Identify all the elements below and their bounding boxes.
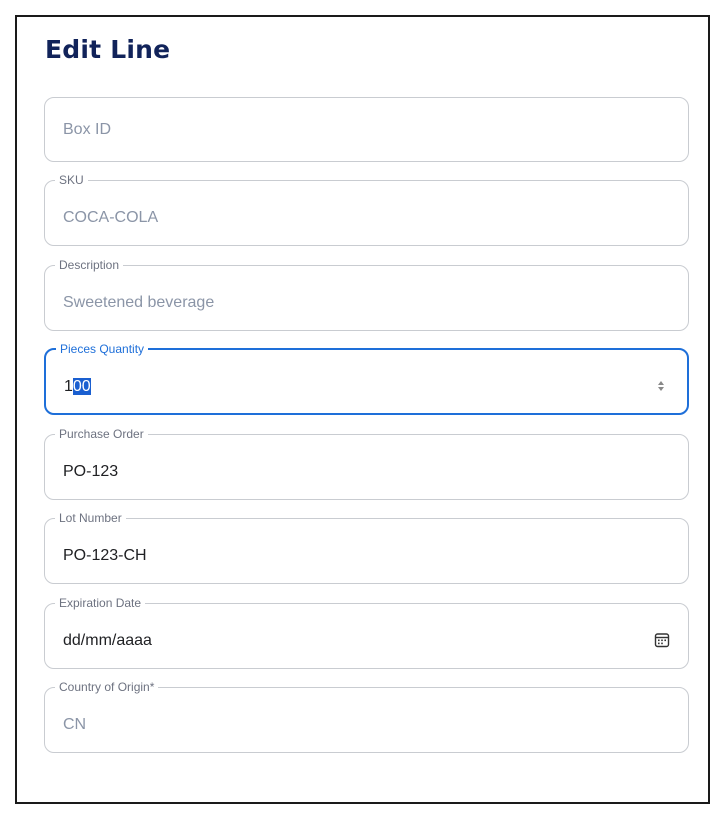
- country-of-origin-field[interactable]: Country of Origin* CN: [44, 681, 689, 753]
- expiration-date-field[interactable]: Expiration Date dd/mm/aaaa: [44, 597, 689, 669]
- description-label: Description: [59, 258, 120, 272]
- pieces-quantity-value: 100: [64, 377, 91, 397]
- expiration-date-value: dd/mm/aaaa: [63, 632, 152, 649]
- lot-number-value: PO-123-CH: [63, 547, 147, 564]
- number-spinner-icon[interactable]: [657, 379, 665, 393]
- box-id-placeholder: Box ID: [63, 121, 112, 138]
- lot-number-label: Lot Number: [59, 511, 122, 525]
- country-of-origin-label: Country of Origin*: [59, 680, 155, 694]
- box-id-input[interactable]: Box ID: [44, 97, 689, 162]
- purchase-order-value: PO-123: [63, 463, 119, 480]
- edit-line-dialog: Edit Line Box ID SKU COCA-COLA Descripti…: [15, 15, 710, 804]
- pieces-quantity-value-prefix: 1: [64, 378, 73, 395]
- purchase-order-field[interactable]: Purchase Order PO-123: [44, 428, 689, 500]
- sku-label: SKU: [59, 173, 84, 187]
- pieces-quantity-label: Pieces Quantity: [60, 342, 145, 356]
- description-field[interactable]: Description Sweetened beverage: [44, 259, 689, 331]
- purchase-order-label: Purchase Order: [59, 427, 144, 441]
- description-value: Sweetened beverage: [63, 294, 215, 311]
- pieces-quantity-field[interactable]: Pieces Quantity 100: [44, 343, 689, 415]
- country-of-origin-value: CN: [63, 716, 87, 733]
- dialog-title: Edit Line: [45, 35, 171, 64]
- expiration-date-label: Expiration Date: [59, 596, 142, 610]
- sku-field[interactable]: SKU COCA-COLA: [44, 174, 689, 246]
- calendar-icon[interactable]: [654, 632, 670, 648]
- lot-number-field[interactable]: Lot Number PO-123-CH: [44, 512, 689, 584]
- sku-value: COCA-COLA: [63, 209, 159, 226]
- pieces-quantity-selected-text: 00: [72, 378, 91, 395]
